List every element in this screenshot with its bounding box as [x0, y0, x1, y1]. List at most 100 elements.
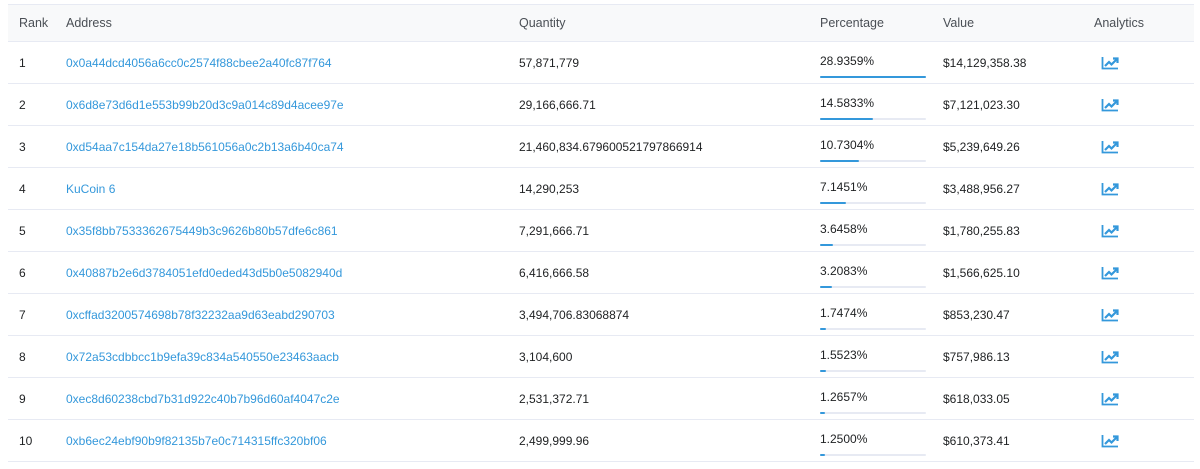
percentage-bar-fill — [820, 454, 825, 456]
percentage-bar-track — [820, 202, 926, 204]
quantity-text: 29,166,666.71 — [519, 97, 596, 112]
chart-line-icon[interactable] — [1101, 350, 1119, 364]
header-address: Address — [55, 4, 508, 42]
percentage-bar-track — [820, 160, 926, 162]
address-link[interactable]: 0x72a53cdbbcc1b9efa39c834a540550e23463aa… — [66, 350, 339, 364]
address-cell: 0xec8d60238cbd7b31d922c40b7b96d60af4047c… — [55, 377, 508, 420]
table-row: 1 0x0a44dcd4056a6cc0c2574f88cbee2a40fc87f… — [8, 41, 1194, 84]
quantity-text: 6,416,666.58 — [519, 265, 590, 280]
quantity-cell: 29,166,666.71 — [508, 83, 809, 126]
analytics-cell — [1083, 83, 1194, 126]
value-text: $853,230.47 — [943, 307, 1010, 322]
table-row: 2 0x6d8e73d6d1e553b99b20d3c9a014c89d4acee… — [8, 83, 1194, 126]
address-cell: 0x6d8e73d6d1e553b99b20d3c9a014c89d4acee9… — [55, 83, 508, 126]
address-link[interactable]: 0x35f8bb7533362675449b3c9626b80b57dfe6c8… — [66, 224, 338, 238]
quantity-cell: 7,291,666.71 — [508, 209, 809, 252]
quantity-cell: 2,531,372.71 — [508, 377, 809, 420]
token-holders-panel: Rank Address Quantity Percentage Value A… — [0, 0, 1200, 469]
address-link[interactable]: KuCoin 6 — [66, 182, 115, 196]
value-cell: $1,780,255.83 — [932, 209, 1083, 252]
rank-cell: 2 — [8, 83, 55, 126]
rank-text: 9 — [19, 391, 26, 406]
rank-cell: 1 — [8, 41, 55, 84]
quantity-cell: 3,104,600 — [508, 335, 809, 378]
chart-line-icon[interactable] — [1101, 98, 1119, 112]
value-cell: $5,239,649.26 — [932, 125, 1083, 168]
percentage-bar-track — [820, 454, 926, 456]
percentage-text: 28.9359% — [820, 53, 875, 68]
percentage-text: 3.2083% — [820, 263, 868, 278]
value-text: $7,121,023.30 — [943, 97, 1020, 112]
chart-line-icon[interactable] — [1101, 56, 1119, 70]
address-link[interactable]: 0x40887b2e6d3784051efd0eded43d5b0e508294… — [66, 266, 342, 280]
quantity-cell: 6,416,666.58 — [508, 251, 809, 294]
chart-line-icon[interactable] — [1101, 140, 1119, 154]
chart-line-icon[interactable] — [1101, 224, 1119, 238]
header-value: Value — [932, 4, 1083, 42]
address-cell: 0x72a53cdbbcc1b9efa39c834a540550e23463aa… — [55, 335, 508, 378]
percentage-text: 1.7474% — [820, 305, 868, 320]
value-cell: $14,129,358.38 — [932, 41, 1083, 84]
rank-cell: 4 — [8, 167, 55, 210]
address-link[interactable]: 0xd54aa7c154da27e18b561056a0c2b13a6b40ca… — [66, 140, 344, 154]
analytics-cell — [1083, 251, 1194, 294]
chart-line-icon[interactable] — [1101, 434, 1119, 448]
percentage-text: 7.1451% — [820, 179, 868, 194]
header-percentage: Percentage — [809, 4, 932, 42]
header-rank: Rank — [8, 4, 55, 42]
address-link[interactable]: 0xb6ec24ebf90b9f82135b7e0c714315ffc320bf… — [66, 434, 327, 448]
analytics-cell — [1083, 377, 1194, 420]
rank-cell: 5 — [8, 209, 55, 252]
quantity-cell: 3,494,706.83068874 — [508, 293, 809, 336]
chart-line-icon[interactable] — [1101, 182, 1119, 196]
value-cell: $1,566,625.10 — [932, 251, 1083, 294]
table-row: 7 0xcffad3200574698b78f32232aa9d63eabd290… — [8, 293, 1194, 336]
table-row: 6 0x40887b2e6d3784051efd0eded43d5b0e50829… — [8, 251, 1194, 294]
chart-line-icon[interactable] — [1101, 308, 1119, 322]
percentage-text: 10.7304% — [820, 137, 875, 152]
value-text: $5,239,649.26 — [943, 139, 1020, 154]
percentage-cell: 1.2657% — [809, 377, 932, 420]
percentage-cell: 7.1451% — [809, 167, 932, 210]
table-body: 1 0x0a44dcd4056a6cc0c2574f88cbee2a40fc87f… — [8, 41, 1194, 462]
percentage-text: 1.2500% — [820, 431, 868, 446]
analytics-cell — [1083, 41, 1194, 84]
rank-cell: 7 — [8, 293, 55, 336]
percentage-bar-fill — [820, 202, 846, 204]
value-cell: $853,230.47 — [932, 293, 1083, 336]
token-holders-table: Rank Address Quantity Percentage Value A… — [8, 4, 1194, 462]
chart-line-icon[interactable] — [1101, 392, 1119, 406]
address-cell: 0x0a44dcd4056a6cc0c2574f88cbee2a40fc87f7… — [55, 41, 508, 84]
analytics-cell — [1083, 209, 1194, 252]
rank-text: 5 — [19, 223, 26, 238]
quantity-text: 21,460,834.679600521797866914 — [519, 139, 703, 154]
percentage-cell: 10.7304% — [809, 125, 932, 168]
percentage-bar-track — [820, 244, 926, 246]
rank-text: 8 — [19, 349, 26, 364]
address-cell: 0xd54aa7c154da27e18b561056a0c2b13a6b40ca… — [55, 125, 508, 168]
table-row: 10 0xb6ec24ebf90b9f82135b7e0c714315ffc320… — [8, 419, 1194, 462]
address-link[interactable]: 0xcffad3200574698b78f32232aa9d63eabd2907… — [66, 308, 335, 322]
header-analytics: Analytics — [1083, 4, 1194, 42]
percentage-cell: 3.6458% — [809, 209, 932, 252]
percentage-bar-fill — [820, 160, 859, 162]
rank-text: 6 — [19, 265, 26, 280]
address-link[interactable]: 0x0a44dcd4056a6cc0c2574f88cbee2a40fc87f7… — [66, 56, 332, 70]
percentage-cell: 1.2500% — [809, 419, 932, 462]
value-text: $1,566,625.10 — [943, 265, 1020, 280]
table-row: 5 0x35f8bb7533362675449b3c9626b80b57dfe6c… — [8, 209, 1194, 252]
percentage-cell: 3.2083% — [809, 251, 932, 294]
address-link[interactable]: 0xec8d60238cbd7b31d922c40b7b96d60af4047c… — [66, 392, 340, 406]
percentage-bar-track — [820, 328, 926, 330]
address-link[interactable]: 0x6d8e73d6d1e553b99b20d3c9a014c89d4acee9… — [66, 98, 344, 112]
rank-text: 7 — [19, 307, 26, 322]
address-cell: 0xb6ec24ebf90b9f82135b7e0c714315ffc320bf… — [55, 419, 508, 462]
percentage-cell: 1.5523% — [809, 335, 932, 378]
percentage-text: 1.5523% — [820, 347, 868, 362]
value-text: $757,986.13 — [943, 349, 1010, 364]
table-row: 3 0xd54aa7c154da27e18b561056a0c2b13a6b40c… — [8, 125, 1194, 168]
analytics-cell — [1083, 419, 1194, 462]
chart-line-icon[interactable] — [1101, 266, 1119, 280]
quantity-text: 2,531,372.71 — [519, 391, 590, 406]
quantity-cell: 2,499,999.96 — [508, 419, 809, 462]
